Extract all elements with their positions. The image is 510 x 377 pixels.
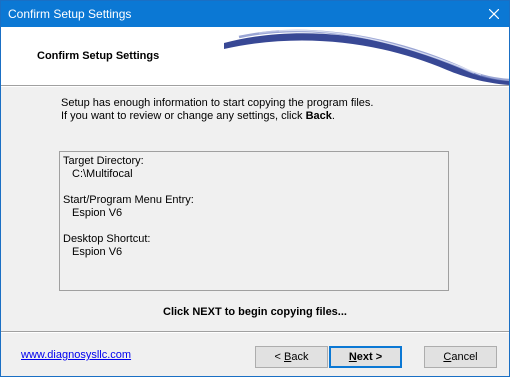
website-link[interactable]: www.diagnosysllc.com <box>21 349 131 361</box>
setup-dialog: Confirm Setup Settings Confirm Setup Set… <box>0 0 510 377</box>
swoosh-graphic <box>224 29 509 85</box>
intro-line-2: If you want to review or change any sett… <box>61 110 373 123</box>
start-menu-label: Start/Program Menu Entry: <box>63 194 194 206</box>
desktop-shortcut-value: Espion V6 <box>72 246 123 258</box>
desktop-shortcut-label: Desktop Shortcut: <box>63 233 151 245</box>
close-icon <box>489 9 499 19</box>
cancel-mnemonic: C <box>443 351 452 363</box>
target-directory-value: C:\Multifocal <box>72 168 133 180</box>
intro-line-1: Setup has enough information to start co… <box>61 97 374 109</box>
back-button[interactable]: < Back <box>255 346 328 368</box>
cancel-button[interactable]: Cancel <box>424 346 497 368</box>
next-instruction: Click NEXT to begin copying files... <box>163 306 347 318</box>
footer-divider-highlight <box>1 332 509 333</box>
target-directory-label: Target Directory: <box>63 155 144 167</box>
header-divider-highlight <box>1 86 509 87</box>
next-button[interactable]: Next > <box>329 346 402 368</box>
window-title: Confirm Setup Settings <box>8 7 132 21</box>
back-prefix: < <box>274 351 284 363</box>
intro-line-2-suffix: . <box>331 110 335 122</box>
desktop-shortcut-section: Desktop Shortcut: Espion V6 <box>63 233 448 259</box>
back-rest: ack <box>291 351 309 363</box>
start-menu-value: Espion V6 <box>72 207 123 219</box>
back-mnemonic: B <box>284 351 292 363</box>
target-directory-section: Target Directory: C:\Multifocal <box>63 155 448 181</box>
settings-summary-box[interactable]: Target Directory: C:\Multifocal Start/Pr… <box>59 151 449 291</box>
close-button[interactable] <box>479 1 509 27</box>
next-mnemonic: N <box>348 351 357 363</box>
page-title: Confirm Setup Settings <box>37 50 160 62</box>
intro-back-word: Back <box>305 110 332 122</box>
header-panel: Confirm Setup Settings <box>1 27 509 85</box>
next-rest: ext > <box>356 351 383 363</box>
cancel-rest: ancel <box>451 351 478 363</box>
title-bar[interactable]: Confirm Setup Settings <box>1 1 509 27</box>
intro-text: Setup has enough information to start co… <box>61 97 373 123</box>
intro-line-2-prefix: If you want to review or change any sett… <box>61 110 306 122</box>
start-menu-section: Start/Program Menu Entry: Espion V6 <box>63 194 448 220</box>
